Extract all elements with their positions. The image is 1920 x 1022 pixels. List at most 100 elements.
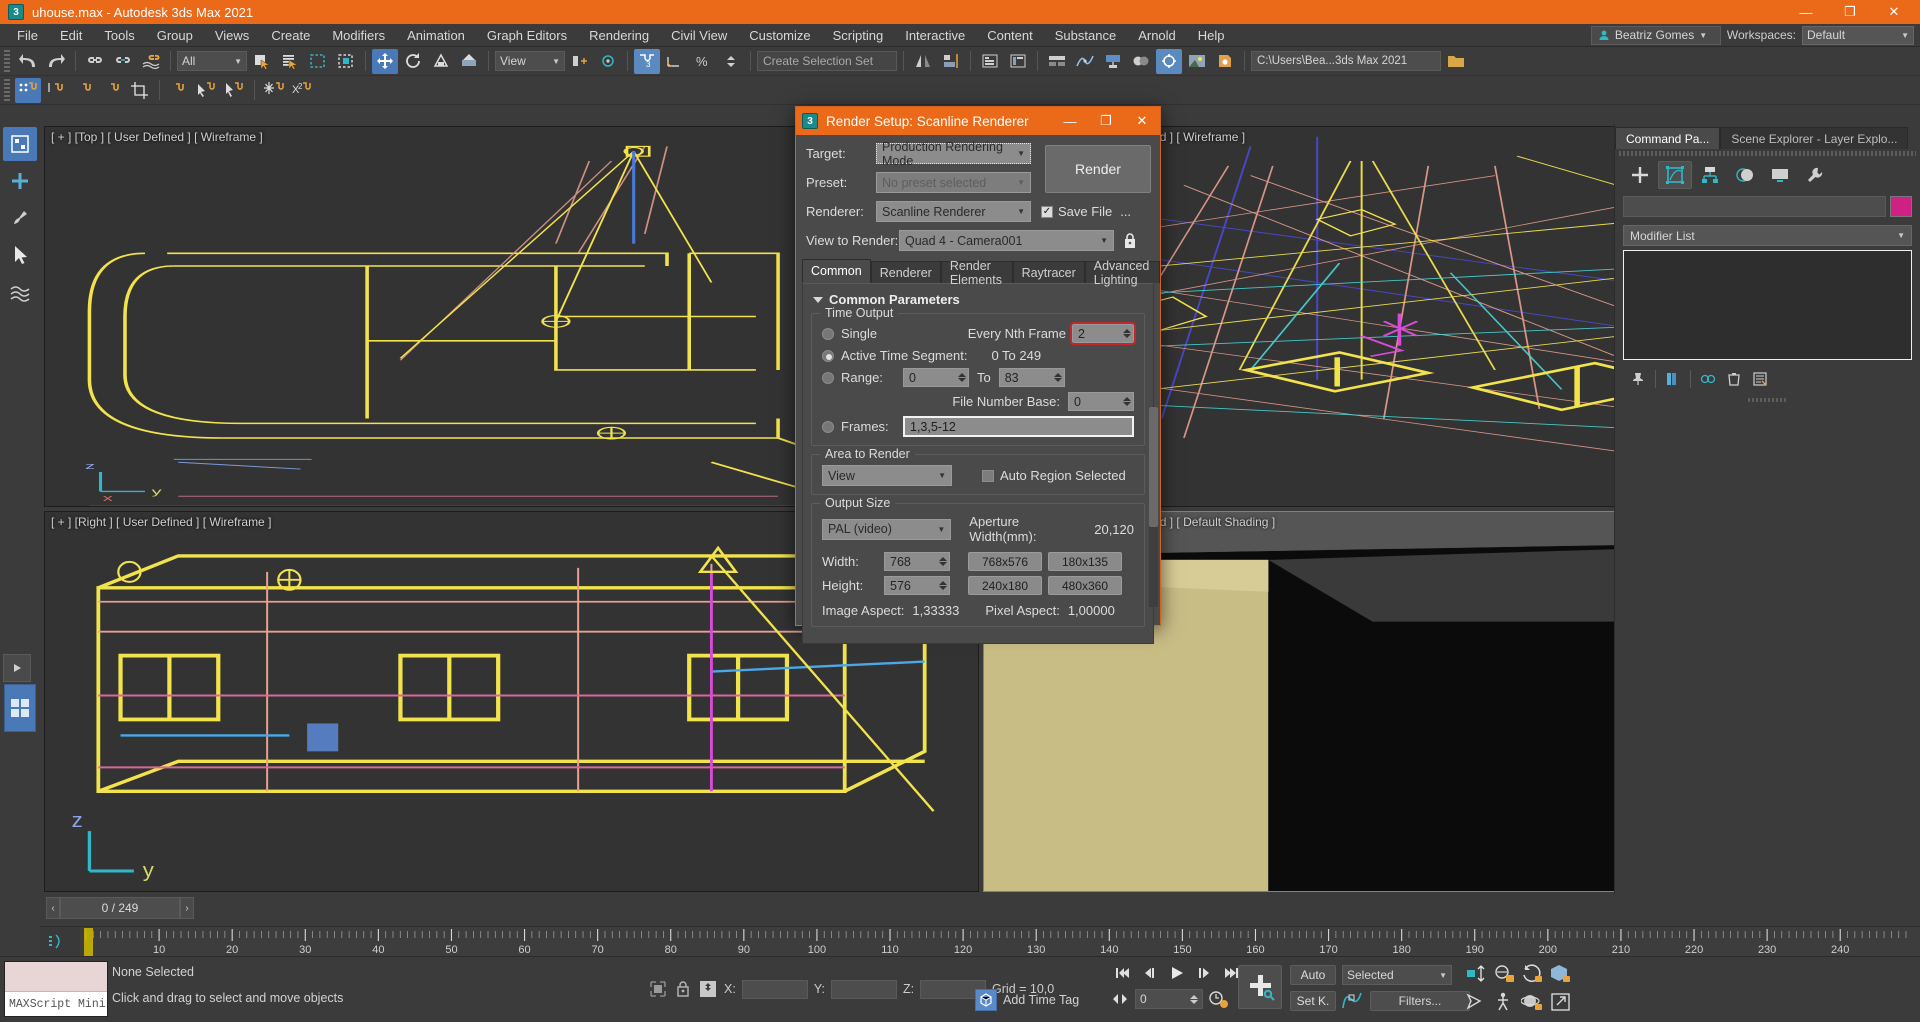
preset-240x180-button[interactable]: 240x180 — [968, 576, 1042, 595]
set-key-curve-icon[interactable] — [1340, 989, 1364, 1011]
next-frame-button[interactable]: › — [180, 897, 194, 919]
set-key-big-button[interactable] — [1238, 965, 1282, 1009]
maxscript-mini-listener[interactable]: MAXScript Mini — [4, 961, 108, 1017]
add-object-icon[interactable] — [3, 164, 37, 198]
frames-radio[interactable] — [822, 420, 834, 433]
mirror-icon[interactable] — [910, 49, 936, 74]
preset-768x576-button[interactable]: 768x576 — [968, 552, 1042, 571]
workspace-select[interactable]: Default ▼ — [1802, 25, 1914, 45]
close-icon[interactable]: ✕ — [1872, 0, 1916, 24]
configure-modifier-sets-icon[interactable] — [1749, 368, 1771, 390]
selection-filter-select[interactable]: All ▼ — [177, 51, 247, 71]
menu-content[interactable]: Content — [976, 25, 1044, 46]
active-time-segment-radio[interactable] — [822, 349, 834, 362]
object-name-input[interactable] — [1623, 196, 1886, 217]
menu-civil-view[interactable]: Civil View — [660, 25, 738, 46]
redo-icon[interactable] — [43, 49, 69, 74]
time-configuration-icon[interactable] — [1208, 989, 1230, 1009]
snap-pivot-icon[interactable] — [194, 78, 220, 103]
width-spinner[interactable] — [939, 557, 947, 566]
range-to-spinner[interactable] — [1053, 373, 1062, 382]
play-animation-icon[interactable] — [1164, 961, 1190, 985]
unlink-selection-icon[interactable] — [110, 49, 136, 74]
key-step-arrows-icon[interactable] — [1110, 991, 1130, 1007]
menu-modifiers[interactable]: Modifiers — [321, 25, 396, 46]
save-file-checkbox[interactable]: ✓ — [1041, 205, 1053, 218]
file-number-base-input[interactable]: 0 — [1068, 392, 1134, 411]
view-to-render-select[interactable]: Quad 4 - Camera001 ▼ — [899, 230, 1114, 251]
schematic-view-icon[interactable] — [1100, 49, 1126, 74]
toggle-scene-explorer-icon[interactable] — [977, 49, 1003, 74]
rendered-frame-window-icon[interactable] — [1184, 49, 1210, 74]
menu-rendering[interactable]: Rendering — [578, 25, 660, 46]
make-unique-icon[interactable] — [1697, 368, 1719, 390]
show-end-result-icon[interactable] — [1662, 368, 1684, 390]
panel-resize-handle[interactable] — [1747, 398, 1788, 402]
bind-to-space-warp-icon[interactable] — [138, 49, 164, 74]
display-panel-icon[interactable] — [1763, 161, 1797, 189]
minimize-icon[interactable]: — — [1784, 0, 1828, 24]
create-panel-icon[interactable] — [1623, 161, 1657, 189]
render-setup-icon[interactable] — [1156, 48, 1182, 74]
add-time-tag-row[interactable]: Add Time Tag — [975, 989, 1079, 1011]
hierarchy-panel-icon[interactable] — [1693, 161, 1727, 189]
flow-connect-icon[interactable] — [3, 275, 37, 309]
crop-icon[interactable] — [127, 78, 153, 103]
renderer-select[interactable]: Scanline Renderer ▼ — [876, 201, 1031, 222]
single-radio[interactable] — [822, 327, 834, 340]
zoom-extents-icon[interactable] — [1521, 963, 1545, 985]
render-setup-dialog[interactable]: 3 Render Setup: Scanline Renderer — ❐ ✕ … — [795, 106, 1161, 644]
select-and-scale-icon[interactable] — [428, 49, 454, 74]
key-filter-mode-select[interactable]: Selected ▼ — [1342, 965, 1452, 985]
reference-coordinate-system-select[interactable]: View ▼ — [495, 51, 565, 71]
current-frame-display[interactable]: 0 / 249 — [60, 897, 180, 919]
use-pivot-point-center-icon[interactable] — [567, 49, 593, 74]
spinner-arrows[interactable] — [1190, 994, 1198, 1004]
auto-key-button[interactable]: Auto — [1290, 965, 1336, 985]
select-object-icon[interactable] — [249, 49, 275, 74]
selection-lock-region-icon[interactable] — [648, 979, 668, 999]
menu-file[interactable]: File — [6, 25, 49, 46]
select-and-manipulate-icon[interactable] — [595, 49, 621, 74]
field-of-view-icon[interactable] — [1549, 963, 1573, 985]
save-file-row[interactable]: ✓ Save File — [1041, 204, 1112, 219]
menu-edit[interactable]: Edit — [49, 25, 93, 46]
snap-endpoint-icon[interactable] — [222, 78, 248, 103]
spinner-snap-toggle-icon[interactable] — [718, 49, 744, 74]
walk-through-icon[interactable] — [1493, 991, 1517, 1013]
current-frame-input[interactable]: 0 — [1135, 989, 1203, 1009]
track-bar-icon[interactable] — [48, 934, 68, 950]
select-and-move-icon[interactable] — [372, 48, 398, 74]
go-to-start-icon[interactable] — [1110, 961, 1136, 985]
preset-select[interactable]: No preset selected ▼ — [876, 172, 1031, 193]
toggle-ribbon-icon[interactable] — [1044, 49, 1070, 74]
y-coordinate-field[interactable] — [830, 979, 897, 999]
key-filters-button[interactable]: Filters... — [1370, 991, 1470, 1011]
user-account-button[interactable]: Beatriz Gomes ▼ — [1590, 25, 1721, 45]
every-nth-frame-input[interactable]: 2 — [1070, 322, 1136, 345]
render-setup-minimize-icon[interactable]: — — [1052, 107, 1088, 135]
pin-stack-icon[interactable] — [1627, 368, 1649, 390]
snap-edge-icon[interactable] — [71, 78, 97, 103]
snap-vertex-icon[interactable] — [43, 78, 69, 103]
height-input[interactable]: 576 — [884, 576, 950, 595]
every-nth-frame-spinner[interactable] — [1123, 329, 1131, 338]
render-setup-scrollbar[interactable] — [1149, 407, 1158, 607]
undo-icon[interactable] — [15, 49, 41, 74]
render-setup-maximize-icon[interactable]: ❐ — [1088, 107, 1124, 135]
tab-command-panel[interactable]: Command Pa... — [1615, 127, 1721, 149]
tab-common[interactable]: Common — [802, 259, 871, 283]
toggle-layer-explorer-icon[interactable] — [1005, 49, 1031, 74]
modifier-stack[interactable] — [1623, 250, 1912, 360]
align-icon[interactable] — [938, 49, 964, 74]
x-coordinate-field[interactable] — [741, 979, 808, 999]
menu-views[interactable]: Views — [204, 25, 260, 46]
auto-region-row[interactable]: Auto Region Selected — [982, 468, 1126, 483]
maxscript-output-pane[interactable] — [5, 962, 107, 992]
menu-arnold[interactable]: Arnold — [1127, 25, 1187, 46]
project-folder-path[interactable]: C:\Users\Bea...3ds Max 2021 — [1251, 51, 1441, 71]
width-input[interactable]: 768 — [884, 552, 950, 571]
menu-create[interactable]: Create — [260, 25, 321, 46]
maximize-viewport-toggle-icon[interactable] — [1549, 991, 1573, 1013]
modify-panel-icon[interactable] — [1658, 161, 1692, 189]
